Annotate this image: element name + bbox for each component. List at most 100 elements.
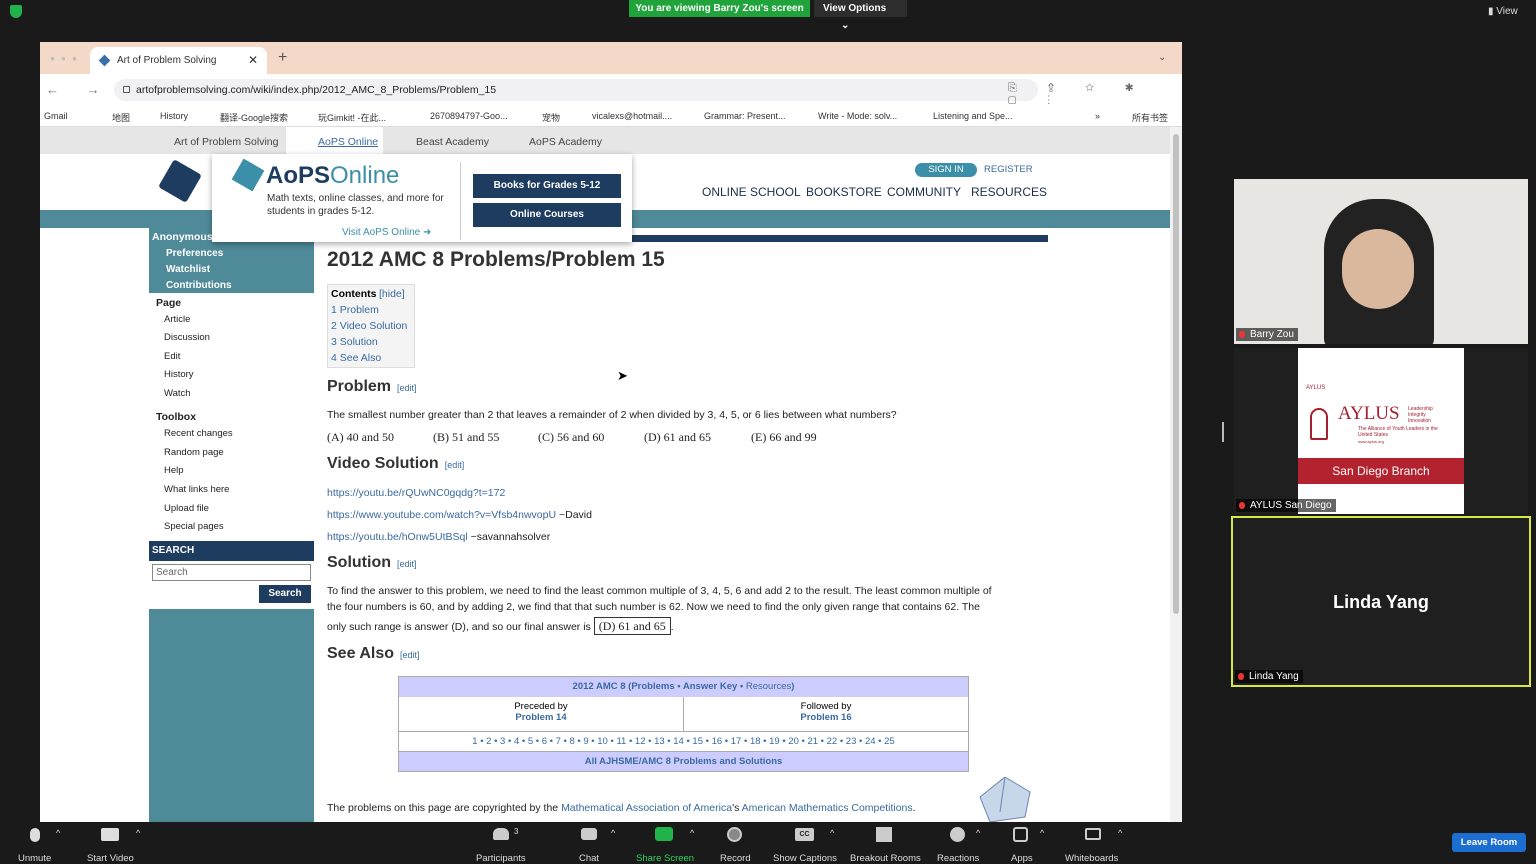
toc-item[interactable]: 2 Video Solution [331, 320, 407, 332]
whiteboards-options-caret[interactable]: ^ [1118, 828, 1122, 838]
apps-options-caret[interactable]: ^ [1040, 828, 1044, 838]
chat-button[interactable]: Chat [576, 822, 606, 864]
all-problems-link[interactable]: All AJHSME/AMC 8 Problems and Solutions [399, 752, 968, 771]
toc-item[interactable]: 1 Problem [331, 304, 379, 316]
nav-bookstore[interactable]: BOOKSTORE [806, 185, 882, 199]
site-tab-aops-academy[interactable]: AoPS Academy [529, 136, 602, 148]
online-courses-button[interactable]: Online Courses [473, 203, 621, 227]
sign-in-button[interactable]: SIGN IN [915, 163, 977, 177]
participants-button[interactable]: 3 Participants [476, 822, 526, 864]
recent-changes-link[interactable]: Recent changes [164, 428, 233, 439]
apps-button[interactable]: Apps [1004, 822, 1038, 864]
edit-link[interactable]: [edit] [445, 460, 465, 470]
start-video-button[interactable]: Start Video [82, 822, 142, 864]
solution-text: only such range is answer (D), and so ou… [327, 621, 591, 633]
video-tile-barry[interactable]: Barry Zou [1234, 179, 1528, 344]
video-link[interactable]: https://www.youtube.com/watch?v=Vfsb4nwv… [327, 509, 556, 521]
audio-options-caret[interactable]: ^ [56, 828, 60, 838]
bookmark-item[interactable]: Grammar: Present... [704, 111, 786, 121]
nav-online-school[interactable]: ONLINE SCHOOL [702, 185, 801, 199]
nav-resources[interactable]: RESOURCES [971, 185, 1047, 199]
bookmark-item[interactable]: 地图 [112, 111, 130, 124]
contributions-link[interactable]: Contributions [166, 280, 232, 291]
record-button[interactable]: Record [716, 822, 756, 864]
resources-link[interactable]: Resources [746, 681, 791, 692]
article-link[interactable]: Article [164, 314, 190, 325]
new-tab-button[interactable]: + [278, 49, 287, 67]
books-button[interactable]: Books for Grades 5-12 [473, 174, 621, 198]
close-icon[interactable]: ✕ [248, 47, 258, 74]
breakout-rooms-button[interactable]: Breakout Rooms [848, 822, 922, 864]
paren: ) [791, 681, 795, 692]
browser-tab[interactable]: Art of Problem Solving ✕ [90, 47, 267, 74]
url-field[interactable]: artofproblemsolving.com/wiki/index.php/2… [114, 79, 1038, 101]
watchlist-link[interactable]: Watchlist [166, 264, 210, 275]
bookmark-item[interactable]: 玩Gimkit! -在此... [318, 111, 386, 124]
more-bookmarks-icon[interactable]: » [1095, 111, 1100, 121]
bookmark-item[interactable]: Gmail [44, 111, 68, 121]
bookmark-item[interactable]: 2670894797-Goo... [430, 111, 508, 121]
bookmark-item[interactable]: 翻译-Google搜索 [220, 111, 288, 124]
toc-item[interactable]: 3 Solution [331, 336, 378, 348]
visit-aops-online-link[interactable]: Visit AoPS Online ➜ [342, 227, 431, 238]
next-problem-link[interactable]: Problem 16 [684, 712, 968, 723]
video-link[interactable]: https://youtu.be/hOnw5UtBSql [327, 531, 468, 543]
site-tab-aops-online[interactable]: AoPS Online [318, 136, 378, 148]
video-tile-linda[interactable]: Linda Yang Linda Yang [1231, 516, 1531, 687]
amc-link[interactable]: American Mathematics Competitions [742, 802, 913, 814]
mouse-cursor-icon: ➤ [617, 368, 628, 383]
whiteboards-button[interactable]: Whiteboards [1062, 822, 1124, 864]
site-tab-beast-academy[interactable]: Beast Academy [416, 136, 489, 148]
video-link[interactable]: https://youtu.be/rQUwNC0gqdg?t=172 [327, 487, 505, 499]
share-options-caret[interactable]: ^ [690, 828, 694, 838]
toolbar-icons[interactable]: ⎘ ⇪ ☆ ✱ ▢ ⋮ [1008, 82, 1182, 108]
unmute-button[interactable]: Unmute [0, 822, 80, 864]
maa-link[interactable]: Mathematical Association of America [561, 802, 732, 814]
video-options-caret[interactable]: ^ [136, 828, 140, 838]
scrollbar-thumb[interactable] [1173, 134, 1179, 614]
all-bookmarks[interactable]: 所有书签 [1132, 111, 1168, 124]
chat-options-caret[interactable]: ^ [611, 828, 615, 838]
captions-options-caret[interactable]: ^ [830, 828, 834, 838]
what-links-here-link[interactable]: What links here [164, 484, 229, 495]
register-link[interactable]: REGISTER [984, 164, 1033, 175]
toc-item[interactable]: 4 See Also [331, 352, 381, 364]
answer-key-link[interactable]: Answer Key [683, 681, 737, 692]
upload-file-link[interactable]: Upload file [164, 503, 209, 514]
bookmark-item[interactable]: Write - Mode: solv... [818, 111, 897, 121]
problems-link[interactable]: Problems [631, 681, 674, 692]
video-tile-aylus[interactable]: AYLUS AYLUS Leadership Integrity Innovat… [1234, 348, 1528, 514]
bookmark-item[interactable]: vicalexs@hotmail.... [592, 111, 672, 121]
site-tab-aops[interactable]: Art of Problem Solving [174, 136, 278, 148]
bookmark-item[interactable]: History [160, 111, 188, 121]
security-shield-icon[interactable] [10, 5, 22, 18]
history-link[interactable]: History [164, 369, 194, 380]
reactions-options-caret[interactable]: ^ [976, 828, 980, 838]
edit-link[interactable]: Edit [164, 351, 180, 362]
reactions-button[interactable]: Reactions [934, 822, 980, 864]
toc-hide-link[interactable]: [hide] [379, 288, 405, 300]
bookmark-item[interactable]: 宠物 [542, 111, 560, 124]
problem-number-links[interactable]: 1 • 2 • 3 • 4 • 5 • 6 • 7 • 8 • 9 • 10 •… [399, 732, 968, 752]
edit-link[interactable]: [edit] [397, 383, 417, 393]
watch-link[interactable]: Watch [164, 388, 191, 399]
window-controls[interactable]: ● ● ● [50, 54, 90, 63]
search-input[interactable]: Search [152, 564, 311, 581]
prev-problem-link[interactable]: Problem 14 [399, 712, 683, 723]
edit-link[interactable]: [edit] [397, 559, 417, 569]
share-screen-button[interactable]: Share Screen [634, 822, 694, 864]
discussion-link[interactable]: Discussion [164, 332, 210, 343]
search-button[interactable]: Search [259, 585, 311, 603]
leave-room-button[interactable]: Leave Room [1452, 833, 1526, 852]
view-button[interactable]: ▮ View [1488, 6, 1518, 17]
random-page-link[interactable]: Random page [164, 447, 224, 458]
preferences-link[interactable]: Preferences [166, 248, 223, 259]
special-pages-link[interactable]: Special pages [164, 521, 224, 532]
bookmark-item[interactable]: Listening and Spe... [933, 111, 1013, 121]
panel-resize-handle[interactable] [1222, 422, 1224, 442]
edit-link[interactable]: [edit] [400, 650, 420, 660]
view-options-button[interactable]: View Options ⌄ [814, 0, 907, 31]
nav-community[interactable]: COMMUNITY [887, 185, 961, 199]
help-link[interactable]: Help [164, 465, 184, 476]
tab-search-icon[interactable]: ⌄ [1158, 52, 1166, 63]
